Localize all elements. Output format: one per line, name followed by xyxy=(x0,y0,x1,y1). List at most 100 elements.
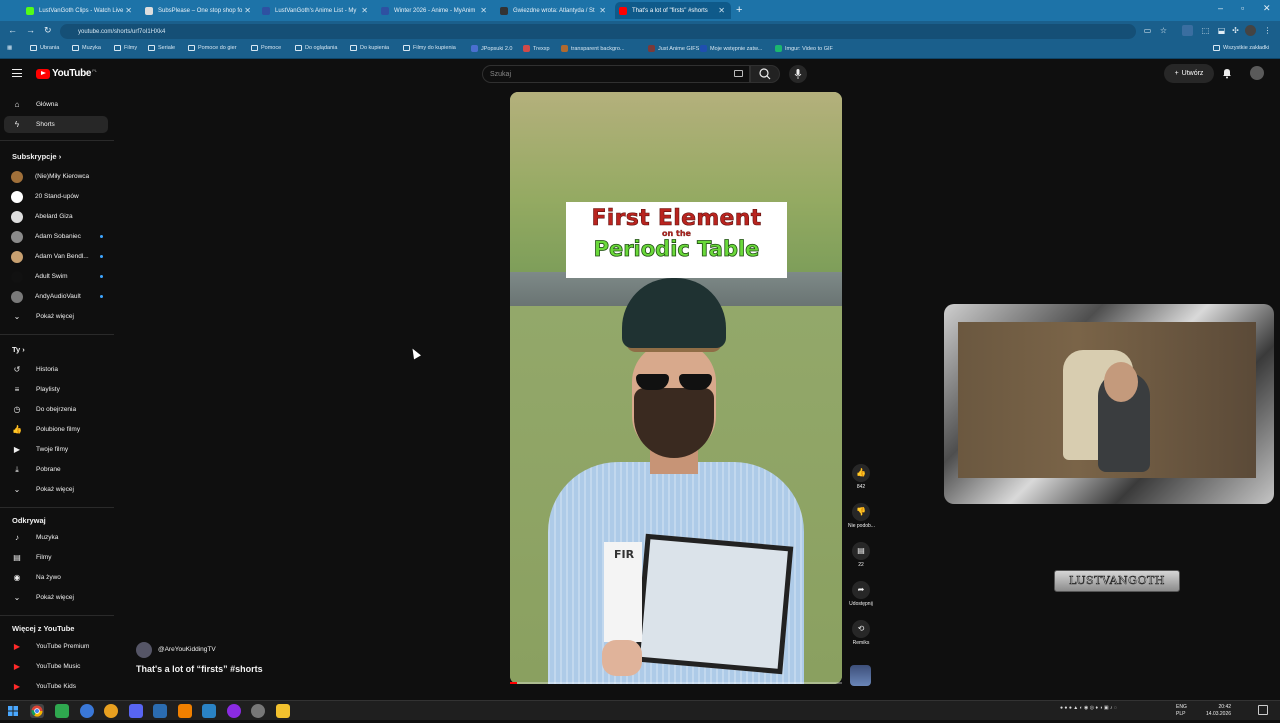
youtube-logo[interactable]: YouTube PL xyxy=(36,68,97,79)
bookmark-folder[interactable]: Do kupienia xyxy=(350,45,389,51)
sidebar-item[interactable]: ⤓ Pobrane xyxy=(4,461,108,478)
tab-close-icon[interactable]: ✕ xyxy=(599,6,606,15)
close-window-icon[interactable]: ✕ xyxy=(1263,3,1271,14)
profile-icon[interactable] xyxy=(1245,25,1256,36)
url-field[interactable]: youtube.com/shorts/urf7oI1HXk4 xyxy=(60,24,1136,39)
subscription-item[interactable]: 20 Stand-upów xyxy=(4,188,108,205)
tab-close-icon[interactable]: ✕ xyxy=(361,6,368,15)
youtube-service-item[interactable]: ▶ YouTube Music xyxy=(4,658,108,675)
action-comment[interactable]: ▤ 22 xyxy=(848,542,874,568)
bookmark-link[interactable]: Trexxp xyxy=(523,45,550,52)
youtube-service-item[interactable]: ▶ YouTube Premium xyxy=(4,638,108,655)
app-taskbar-icon[interactable] xyxy=(251,704,265,718)
comment-icon[interactable]: ▤ xyxy=(852,542,870,560)
sidebar-item[interactable]: 👍 Polubione filmy xyxy=(4,421,108,438)
create-button[interactable]: + Utwórz xyxy=(1164,64,1214,83)
bookmark-folder[interactable]: Filmy do kupienia xyxy=(403,45,456,51)
tab-close-icon[interactable]: ✕ xyxy=(125,6,132,15)
notifications-bell-icon[interactable] xyxy=(1221,67,1233,79)
system-tray-icons[interactable]: ● ● ● ▲ ◐ ◉ ◎ ♦ ◑ ▣ ♪ ◌ xyxy=(1060,705,1117,711)
tab-close-icon[interactable]: ✕ xyxy=(244,6,251,15)
bookmark-folder[interactable]: Filmy xyxy=(114,45,137,51)
taskbar-clock[interactable]: 20:42 14.03.2026 xyxy=(1206,704,1231,718)
extensions-puzzle-icon[interactable]: ✣ xyxy=(1230,25,1241,36)
active-browser-tab[interactable]: That's a lot of "firsts" #shorts ✕ xyxy=(615,2,731,19)
sidebar-item[interactable]: ϟ Shorts xyxy=(4,116,108,133)
reload-icon[interactable]: ↻ xyxy=(44,25,52,36)
sidebar-item[interactable]: ◷ Do obejrzenia xyxy=(4,401,108,418)
subscription-item[interactable]: Abelard Giza xyxy=(4,208,108,225)
bookmark-folder[interactable]: Pomoce do gier xyxy=(188,45,237,51)
subscription-item[interactable]: Adam Sobaniec xyxy=(4,228,108,245)
channel-avatar[interactable] xyxy=(136,642,152,658)
sidebar-item[interactable]: ⌂ Główna xyxy=(4,96,108,113)
extension-icon[interactable] xyxy=(1182,25,1193,36)
sidebar-item[interactable]: ▤ Filmy xyxy=(4,549,108,566)
all-bookmarks[interactable]: Wszystkie zakładki xyxy=(1213,45,1269,51)
vlc-taskbar-icon[interactable] xyxy=(178,704,192,718)
voice-search-button[interactable] xyxy=(789,65,807,83)
video-title[interactable]: That's a lot of “firsts” #shorts xyxy=(136,664,263,674)
subscription-item[interactable]: Adam Van Bendl... xyxy=(4,248,108,265)
show-more-button[interactable]: ⌄ Pokaż więcej xyxy=(4,308,108,325)
bookmark-link[interactable]: transparent backgro... xyxy=(561,45,625,52)
bookmark-folder[interactable]: Seriale xyxy=(148,45,175,51)
bookmark-link[interactable]: Imgur: Video to GIF xyxy=(775,45,833,52)
youtube-service-item[interactable]: ▶ YouTube Kids xyxy=(4,678,108,695)
sidebar-item[interactable]: ≡ Playlisty xyxy=(4,381,108,398)
show-more-button[interactable]: ⌄ Pokaż więcej xyxy=(4,589,108,606)
bookmark-folder[interactable]: Pomoce xyxy=(251,45,281,51)
app-taskbar-icon[interactable] xyxy=(55,704,69,718)
keyboard-icon[interactable] xyxy=(734,70,743,77)
bookmark-folder[interactable]: Muzyka xyxy=(72,45,101,51)
subscriptions-heading[interactable]: Subskrypcje › xyxy=(12,152,61,161)
sidebar-item[interactable]: ▶ Twoje filmy xyxy=(4,441,108,458)
minimize-icon[interactable]: – xyxy=(1218,3,1223,13)
back-icon[interactable]: ← xyxy=(8,25,17,35)
channel-name[interactable]: @AreYouKiddingTV xyxy=(158,646,216,653)
video-progress-bar[interactable] xyxy=(510,682,842,684)
remix-icon[interactable]: ⟲ xyxy=(852,620,870,638)
bookmark-link[interactable]: JPopsuki 2.0 xyxy=(471,45,513,52)
file-explorer-taskbar-icon[interactable] xyxy=(276,704,290,718)
notifications-icon[interactable] xyxy=(1258,705,1268,715)
browser-tab[interactable]: LustVanGoth's Anime List - My ✕ xyxy=(258,2,374,19)
browser-menu-icon[interactable]: ⋮ xyxy=(1262,25,1273,36)
thumbs-down-icon[interactable]: 👎 xyxy=(852,503,870,521)
subscription-item[interactable]: Adult Swim xyxy=(4,268,108,285)
maximize-icon[interactable]: ▫ xyxy=(1241,3,1244,13)
windows-start-icon[interactable] xyxy=(6,704,20,718)
action-thumbs-down[interactable]: 👎 Nie podob... xyxy=(848,503,875,529)
thumbs-up-icon[interactable]: 👍 xyxy=(852,464,870,482)
shorts-video-player[interactable]: FIR First Element on the Periodic Table xyxy=(510,92,842,684)
new-tab-button[interactable]: + xyxy=(736,4,742,16)
share-icon[interactable]: ➦ xyxy=(852,581,870,599)
browser-tab[interactable]: Winter 2026 - Anime - MyAnim ✕ xyxy=(377,2,493,19)
chrome-taskbar-icon[interactable] xyxy=(30,704,44,718)
browser-tab[interactable]: SubsPlease – One stop shop fo ✕ xyxy=(141,2,257,19)
explore-heading[interactable]: Odkrywaj xyxy=(12,516,46,525)
apps-grid-icon[interactable]: ▦ xyxy=(7,45,12,51)
show-more-button[interactable]: ⌄ Pokaż więcej xyxy=(4,481,108,498)
app-taskbar-icon[interactable] xyxy=(80,704,94,718)
you-heading[interactable]: Ty › xyxy=(12,345,25,354)
tab-close-icon[interactable]: ✕ xyxy=(718,6,725,15)
subscription-item[interactable]: AndyAudioVault xyxy=(4,288,108,305)
bookmark-folder[interactable]: Ubrania xyxy=(30,45,59,51)
cast-icon[interactable]: ▭ xyxy=(1142,25,1153,36)
action-share[interactable]: ➦ Udostępnij xyxy=(848,581,874,607)
app-taskbar-icon[interactable] xyxy=(227,704,241,718)
search-input[interactable]: Szukaj xyxy=(482,65,750,83)
action-remix[interactable]: ⟲ Remiks xyxy=(848,620,874,646)
tab-close-icon[interactable]: ✕ xyxy=(480,6,487,15)
discord-taskbar-icon[interactable] xyxy=(129,704,143,718)
app-taskbar-icon[interactable] xyxy=(104,704,118,718)
extension-icon[interactable]: ⬓ xyxy=(1216,25,1227,36)
bookmark-link[interactable]: Moje wstępnie zatw... xyxy=(700,45,762,52)
action-thumbs-up[interactable]: 👍 842 xyxy=(848,464,874,490)
sidebar-item[interactable]: ♪ Muzyka xyxy=(4,529,108,546)
bookmark-folder[interactable]: Do oglądania xyxy=(295,45,337,51)
subscription-item[interactable]: (Nie)Miły Kierowca xyxy=(4,168,108,185)
more-from-youtube-heading[interactable]: Więcej z YouTube xyxy=(12,624,74,633)
menu-icon[interactable] xyxy=(12,69,22,77)
